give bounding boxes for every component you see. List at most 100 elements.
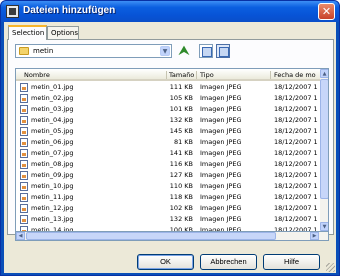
jpeg-file-icon xyxy=(20,127,28,136)
file-list[interactable]: Nombre Tamaño Tipo Fecha de mo metin_01.… xyxy=(15,68,329,232)
file-date: 18/12/2007 1 xyxy=(274,182,318,190)
folder-selector[interactable]: metin ▼ xyxy=(15,44,172,58)
table-row[interactable]: metin_02.jpg 105 KB Imagen JPEG 18/12/2007 … xyxy=(16,93,320,104)
file-name: metin_13.jpg xyxy=(31,215,74,223)
file-size: 110 KB xyxy=(169,182,193,190)
column-divider[interactable] xyxy=(166,71,167,79)
table-row[interactable]: metin_01.jpg 111 KB Imagen JPEG 18/12/2007 … xyxy=(16,82,320,93)
file-size: 81 KB xyxy=(173,138,193,146)
horizontal-scrollbar[interactable]: ◀ ▶ xyxy=(15,232,329,241)
file-type: Imagen JPEG xyxy=(200,127,242,135)
window-title: Dateien hinzufügen xyxy=(23,5,116,16)
tab-options[interactable]: Options xyxy=(47,26,79,39)
file-name: metin_07.jpg xyxy=(31,149,74,157)
tab-selection[interactable]: Selection xyxy=(8,25,47,40)
file-date: 18/12/2007 1 xyxy=(274,94,318,102)
table-row[interactable]: metin_11.jpg 118 KB Imagen JPEG 18/12/2007 … xyxy=(16,192,320,203)
file-date: 18/12/2007 1 xyxy=(274,204,318,212)
scroll-up-icon[interactable]: ▲ xyxy=(320,69,328,78)
file-date: 18/12/2007 1 xyxy=(274,215,318,223)
column-divider[interactable] xyxy=(196,71,197,79)
file-size: 116 KB xyxy=(169,160,193,168)
file-date: 18/12/2007 1 xyxy=(274,171,318,179)
table-row[interactable]: metin_14.jpg 100 KB Imagen JPEG 18/12/2007 … xyxy=(16,225,320,231)
column-name[interactable]: Nombre xyxy=(24,71,50,79)
table-row[interactable]: metin_12.jpg 102 KB Imagen JPEG 18/12/2007 … xyxy=(16,203,320,214)
close-button[interactable]: ✕ xyxy=(318,3,335,20)
column-size[interactable]: Tamaño xyxy=(169,71,194,79)
table-row[interactable]: metin_13.jpg 132 KB Imagen JPEG 18/12/2007 … xyxy=(16,214,320,225)
table-row[interactable]: metin_09.jpg 127 KB Imagen JPEG 18/12/2007 … xyxy=(16,170,320,181)
file-name: metin_11.jpg xyxy=(31,193,74,201)
file-name: metin_01.jpg xyxy=(31,83,74,91)
table-row[interactable]: metin_04.jpg 132 KB Imagen JPEG 18/12/2007 … xyxy=(16,115,320,126)
scroll-left-icon[interactable]: ◀ xyxy=(16,232,25,240)
file-size: 145 KB xyxy=(169,127,193,135)
file-date: 18/12/2007 1 xyxy=(274,149,318,157)
file-type: Imagen JPEG xyxy=(200,83,242,91)
file-size: 132 KB xyxy=(169,215,193,223)
jpeg-file-icon xyxy=(20,94,28,103)
file-name: metin_06.jpg xyxy=(31,138,74,146)
jpeg-file-icon xyxy=(20,204,28,213)
file-date: 18/12/2007 1 xyxy=(274,138,318,146)
table-row[interactable]: metin_05.jpg 145 KB Imagen JPEG 18/12/2007 … xyxy=(16,126,320,137)
vertical-scroll-thumb[interactable] xyxy=(320,79,328,199)
jpeg-file-icon xyxy=(20,138,28,147)
jpeg-file-icon xyxy=(20,149,28,158)
file-type: Imagen JPEG xyxy=(200,149,242,157)
app-icon xyxy=(6,5,19,18)
folder-icon xyxy=(19,47,29,55)
help-button[interactable]: Hilfe xyxy=(263,254,320,270)
dialog-client: Selection Options metin ▼ ⮝ Nombre Tamañ… xyxy=(4,22,336,273)
horizontal-scroll-thumb[interactable] xyxy=(26,232,276,240)
file-date: 18/12/2007 1 xyxy=(274,160,318,168)
scroll-right-icon[interactable]: ▶ xyxy=(310,232,319,240)
vertical-scrollbar[interactable]: ▲ ▼ xyxy=(320,69,328,231)
file-type: Imagen JPEG xyxy=(200,105,242,113)
file-type: Imagen JPEG xyxy=(200,138,242,146)
file-size: 141 KB xyxy=(169,149,193,157)
jpeg-file-icon xyxy=(20,160,28,169)
title-bar[interactable]: Dateien hinzufügen ✕ xyxy=(1,1,339,22)
file-name: metin_10.jpg xyxy=(31,182,74,190)
table-row[interactable]: metin_10.jpg 110 KB Imagen JPEG 18/12/2007 … xyxy=(16,181,320,192)
column-date[interactable]: Fecha de mo xyxy=(274,71,316,79)
file-size: 127 KB xyxy=(169,171,193,179)
table-row[interactable]: metin_07.jpg 141 KB Imagen JPEG 18/12/2007 … xyxy=(16,148,320,159)
scroll-down-icon[interactable]: ▼ xyxy=(320,222,328,231)
jpeg-file-icon xyxy=(20,193,28,202)
column-type[interactable]: Tipo xyxy=(200,71,214,79)
close-icon: ✕ xyxy=(321,5,332,18)
file-type: Imagen JPEG xyxy=(200,182,242,190)
table-row[interactable]: metin_06.jpg 81 KB Imagen JPEG 18/12/2007 1 xyxy=(16,137,320,148)
current-folder: metin xyxy=(33,47,54,55)
file-name: metin_12.jpg xyxy=(31,204,74,212)
file-type: Imagen JPEG xyxy=(200,204,242,212)
details-view-icon[interactable] xyxy=(216,44,230,58)
up-folder-icon[interactable]: ⮝ xyxy=(177,44,191,58)
column-divider[interactable] xyxy=(270,71,271,79)
file-type: Imagen JPEG xyxy=(200,193,242,201)
jpeg-file-icon xyxy=(20,171,28,180)
file-name: metin_04.jpg xyxy=(31,116,74,124)
file-name: metin_09.jpg xyxy=(31,171,74,179)
jpeg-file-icon xyxy=(20,105,28,114)
cancel-button[interactable]: Abbrechen xyxy=(200,254,257,270)
jpeg-file-icon xyxy=(20,215,28,224)
resize-grip[interactable] xyxy=(326,263,335,272)
file-date: 18/12/2007 1 xyxy=(274,127,318,135)
chevron-down-icon[interactable]: ▼ xyxy=(160,46,170,56)
table-row[interactable]: metin_03.jpg 101 KB Imagen JPEG 18/12/2007 … xyxy=(16,104,320,115)
list-view-icon[interactable] xyxy=(199,44,213,58)
file-size: 132 KB xyxy=(169,116,193,124)
file-type: Imagen JPEG xyxy=(200,94,242,102)
table-row[interactable]: metin_08.jpg 116 KB Imagen JPEG 18/12/2007 … xyxy=(16,159,320,170)
file-size: 105 KB xyxy=(169,94,193,102)
jpeg-file-icon xyxy=(20,83,28,92)
file-name: metin_05.jpg xyxy=(31,127,74,135)
ok-button[interactable]: OK xyxy=(137,254,194,270)
file-size: 102 KB xyxy=(169,204,193,212)
file-type: Imagen JPEG xyxy=(200,116,242,124)
file-date: 18/12/2007 1 xyxy=(274,193,318,201)
